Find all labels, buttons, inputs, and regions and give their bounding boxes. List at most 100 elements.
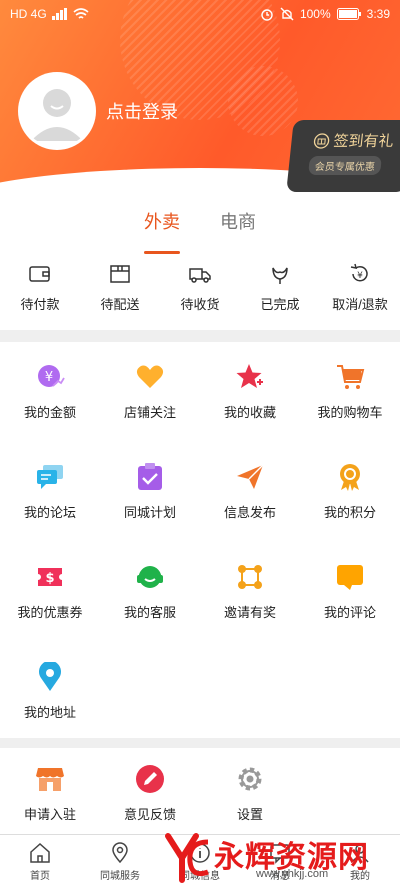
order-label: 取消/退款 <box>332 297 388 312</box>
shop-icon <box>36 768 64 791</box>
service-city-plan[interactable]: 同城计划 <box>100 442 200 542</box>
tool-label: 设置 <box>236 807 263 822</box>
heart-icon <box>136 365 164 388</box>
home-icon <box>30 842 50 863</box>
service-label: 我的购物车 <box>317 405 383 420</box>
order-label: 已完成 <box>260 297 300 312</box>
gift-icon <box>313 132 330 149</box>
order-pending-delivery[interactable]: 待配送 <box>80 262 160 330</box>
service-label: 我的金额 <box>23 405 76 420</box>
service-label: 我的客服 <box>123 605 176 620</box>
tab-takeout[interactable]: 外卖 <box>144 208 180 254</box>
tabbar-home[interactable]: 首页 <box>0 835 80 888</box>
battery-percent: 100% <box>299 7 331 21</box>
service-my-balance[interactable]: ¥ 我的金额 <box>0 342 100 442</box>
coupon-icon: $ <box>38 568 62 586</box>
section-divider <box>0 330 400 340</box>
service-favorites[interactable]: 我的收藏 <box>200 342 300 442</box>
profile-header: HD 4G 100% 3:39 点击登录 签到有礼 会员专属优惠 <box>0 0 400 200</box>
chat-icon <box>37 465 63 489</box>
service-label: 店铺关注 <box>123 405 176 420</box>
service-customer-support[interactable]: 我的客服 <box>100 542 200 642</box>
tabbar-label: 同城服务 <box>100 871 140 882</box>
order-label: 待付款 <box>20 297 60 312</box>
service-address[interactable]: 我的地址 <box>0 642 100 742</box>
refund-icon: ¥ <box>350 263 368 282</box>
tool-label: 意见反馈 <box>123 807 176 822</box>
tool-apply-join[interactable]: 申请入驻 <box>0 744 100 844</box>
more-tools-grid: 申请入驻 意见反馈 设置 <box>0 748 400 834</box>
category-tabs: 外卖 电商 <box>0 208 400 254</box>
login-link[interactable]: 点击登录 <box>106 98 178 124</box>
service-forum[interactable]: 我的论坛 <box>0 442 100 542</box>
order-label: 待收货 <box>180 297 220 312</box>
service-label: 我的积分 <box>323 505 376 520</box>
order-completed[interactable]: 已完成 <box>240 262 320 330</box>
site-watermark: 永辉资源网 www.yhkjj.com <box>160 830 400 888</box>
signin-subtitle: 会员专属优惠 <box>308 156 382 175</box>
wifi-icon <box>73 8 89 19</box>
share-icon <box>238 565 262 589</box>
gear-icon <box>238 767 262 791</box>
clipboard-icon <box>138 463 162 490</box>
svg-text:¥: ¥ <box>45 370 53 385</box>
location-icon <box>39 662 61 691</box>
service-invite-reward[interactable]: 邀请有奖 <box>200 542 300 642</box>
clock: 3:39 <box>366 7 390 21</box>
truck-icon <box>189 268 211 283</box>
watermark-url: www.yhkjj.com <box>256 868 329 880</box>
signin-title: 签到有礼 <box>332 133 395 150</box>
order-pending-payment[interactable]: 待付款 <box>0 262 80 330</box>
medal-icon <box>340 464 360 491</box>
service-label: 我的论坛 <box>23 505 76 520</box>
svg-text:¥: ¥ <box>357 271 363 281</box>
service-my-reviews[interactable]: 我的评论 <box>300 542 400 642</box>
service-label: 信息发布 <box>223 505 276 520</box>
svg-text:$: $ <box>45 571 54 586</box>
star-icon <box>236 364 263 388</box>
paper-plane-icon <box>237 464 264 489</box>
order-refund[interactable]: ¥ 取消/退款 <box>320 262 400 330</box>
map-pin-icon <box>112 842 128 864</box>
service-label: 邀请有奖 <box>223 605 276 620</box>
service-followed-shops[interactable]: 店铺关注 <box>100 342 200 442</box>
signal-icon <box>51 8 67 20</box>
battery-icon <box>336 8 361 20</box>
service-label: 我的优惠券 <box>17 605 83 620</box>
alarm-icon <box>261 9 273 21</box>
pen-icon <box>136 765 164 793</box>
service-publish-info[interactable]: 信息发布 <box>200 442 300 542</box>
watermark-logo-icon <box>165 833 209 883</box>
cart-icon <box>337 365 365 389</box>
headset-icon <box>137 566 163 588</box>
tool-label: 申请入驻 <box>23 807 76 822</box>
service-cart[interactable]: 我的购物车 <box>300 342 400 442</box>
tool-feedback[interactable]: 意见反馈 <box>100 744 200 844</box>
tool-settings[interactable]: 设置 <box>200 744 300 844</box>
service-label: 我的收藏 <box>223 405 276 420</box>
service-label: 我的地址 <box>23 705 76 720</box>
mute-icon <box>280 7 294 21</box>
network-label: HD 4G <box>10 7 47 21</box>
header-decoration <box>228 66 298 136</box>
box-icon <box>110 265 130 283</box>
order-status-row: 待付款 待配送 待收货 已完成 ¥ 取消/退款 <box>0 262 400 330</box>
order-label: 待配送 <box>100 297 140 312</box>
service-coupons[interactable]: $ 我的优惠券 <box>0 542 100 642</box>
tabbar-city-service[interactable]: 同城服务 <box>80 835 160 888</box>
tab-ecommerce[interactable]: 电商 <box>220 208 256 248</box>
status-bar: HD 4G 100% 3:39 <box>0 0 400 28</box>
avatar[interactable] <box>18 72 96 150</box>
wallet-icon <box>29 266 50 282</box>
user-avatar-icon <box>21 75 93 147</box>
service-label: 同城计划 <box>123 505 176 520</box>
tabbar-label: 首页 <box>30 871 50 882</box>
signin-reward-card[interactable]: 签到有礼 会员专属优惠 <box>286 120 400 192</box>
order-pending-receipt[interactable]: 待收货 <box>160 262 240 330</box>
money-icon: ¥ <box>38 365 65 387</box>
service-points[interactable]: 我的积分 <box>300 442 400 542</box>
services-grid: ¥ 我的金额 店铺关注 我的收藏 我的购物车 我的论坛 同城计划 信息发布 我的… <box>0 342 400 738</box>
flower-icon <box>272 267 288 284</box>
comment-icon <box>337 565 363 590</box>
service-label: 我的评论 <box>323 605 376 620</box>
